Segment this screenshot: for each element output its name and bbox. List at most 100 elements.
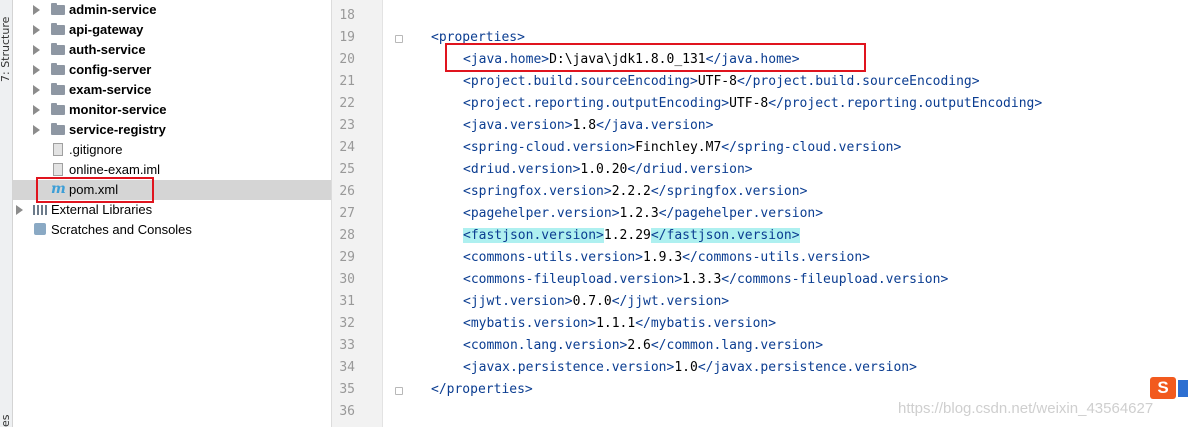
line-number: 34 [339,360,355,375]
xml-tag: <commons-fileupload.version> [463,272,683,287]
tree-item-label: .gitignore [69,142,123,157]
tree-item-auth-service[interactable]: auth-service [13,40,331,60]
tree-item-label: auth-service [69,42,146,57]
xml-tag: <commons-utils.version> [463,250,644,265]
line-number-gutter: 18 19 20 21 22 23 24 25 26 27 28 29 30 31 32 33 34 35 36 [332,0,383,427]
code-line[interactable]: <java.version>1.8</java.version> [463,115,713,137]
tree-item-label: api-gateway [69,22,144,37]
tree-item-label: Scratches and Consoles [51,222,192,237]
code-line[interactable]: <javax.persistence.version>1.0</javax.pe… [463,357,917,379]
code-line[interactable]: <springfox.version>2.2.2</springfox.vers… [463,181,807,203]
xml-tag: <javax.persistence.version> [463,360,675,375]
line-number: 25 [339,162,355,177]
side-tab-bottom[interactable]: es [0,415,12,427]
fold-marker-icon[interactable] [395,35,403,43]
code-line[interactable]: <project.reporting.outputEncoding>UTF-8<… [463,93,1042,115]
chevron-right-icon[interactable] [33,65,40,75]
tree-item-admin-service[interactable]: admin-service [13,0,331,20]
library-icon [33,205,47,215]
xml-tag: </project.reporting.outputEncoding> [768,96,1043,111]
tree-item-external-libraries[interactable]: External Libraries [13,200,331,220]
code-line[interactable]: <commons-fileupload.version>1.3.3</commo… [463,269,948,291]
folder-icon [51,123,65,135]
xml-value: 0.7.0 [572,294,612,309]
xml-tag: <common.lang.version> [463,338,628,353]
line-number: 24 [339,140,355,155]
tree-item-label: exam-service [69,82,152,97]
xml-value: 1.1.1 [596,316,636,331]
ime-badge[interactable]: S [1150,377,1176,399]
line-number: 30 [339,272,355,287]
line-number: 33 [339,338,355,353]
line-number: 29 [339,250,355,265]
xml-value: 2.6 [627,338,651,353]
xml-value: 1.3.3 [682,272,722,287]
folder-icon [51,3,65,15]
xml-value: 1.2.29 [603,228,651,243]
line-number: 26 [339,184,355,199]
side-tool-strip: 7: Structure es [0,0,13,427]
tree-item-label: service-registry [69,122,166,137]
xml-tag: <java.version> [463,118,573,133]
tree-item-gitignore[interactable]: .gitignore [13,140,331,160]
code-line[interactable]: <jjwt.version>0.7.0</jjwt.version> [463,291,729,313]
xml-tag: </java.version> [596,118,714,133]
folder-icon [51,43,65,55]
code-line[interactable]: <mybatis.version>1.1.1</mybatis.version> [463,313,776,335]
code-line[interactable]: <project.build.sourceEncoding>UTF-8</pro… [463,71,980,93]
tree-item-label: config-server [69,62,152,77]
project-tree: admin-service api-gateway auth-service conf… [13,0,332,427]
tree-item-monitor-service[interactable]: monitor-service [13,100,331,120]
chevron-right-icon[interactable] [33,85,40,95]
code-line[interactable]: <pagehelper.version>1.2.3</pagehelper.ve… [463,203,823,225]
tree-item-label: online-exam.iml [69,162,161,177]
line-number: 32 [339,316,355,331]
line-number: 35 [339,382,355,397]
code-line[interactable]: </properties> [431,379,533,401]
xml-value: UTF-8 [729,96,769,111]
code-line[interactable]: <spring-cloud.version>Finchley.M7</sprin… [463,137,901,159]
xml-value: 2.2.2 [611,184,651,199]
fold-marker-icon[interactable] [395,387,403,395]
xml-tag: </driud.version> [627,162,753,177]
tree-item-api-gateway[interactable]: api-gateway [13,20,331,40]
code-line[interactable]: <fastjson.version>1.2.29</fastjson.versi… [463,225,800,247]
line-number: 31 [339,294,355,309]
scratch-icon [34,223,46,235]
xml-tag: <driud.version> [463,162,581,177]
xml-value: UTF-8 [697,74,737,89]
folder-icon [51,103,65,115]
line-number: 36 [339,404,355,419]
annotation-box-pom [36,177,154,203]
code-line[interactable]: <driud.version>1.0.20</driud.version> [463,159,753,181]
xml-value: </fastjson.version> [650,228,800,243]
file-icon [53,143,63,156]
chevron-right-icon[interactable] [16,205,23,215]
xml-value: 1.2.3 [619,206,659,221]
tree-item-service-registry[interactable]: service-registry [13,120,331,140]
chevron-right-icon[interactable] [33,105,40,115]
tree-item-exam-service[interactable]: exam-service [13,80,331,100]
code-line[interactable]: <commons-utils.version>1.9.3</commons-ut… [463,247,870,269]
tree-item-scratches-and-consoles[interactable]: Scratches and Consoles [13,220,331,240]
xml-tag: <springfox.version> [463,184,612,199]
xml-tag: </jjwt.version> [611,294,730,309]
structure-tab[interactable]: 7: Structure [0,17,12,82]
folder-icon [51,63,65,75]
ime-badge-tail [1178,380,1188,397]
line-number: 21 [339,74,355,89]
xml-value: <fastjson.version> [463,228,604,243]
code-line[interactable]: <common.lang.version>2.6</common.lang.ve… [463,335,823,357]
chevron-right-icon[interactable] [33,125,40,135]
xml-tag: </project.build.sourceEncoding> [736,74,980,89]
chevron-right-icon[interactable] [33,25,40,35]
tree-item-label: External Libraries [51,202,153,217]
tree-item-config-server[interactable]: config-server [13,60,331,80]
chevron-right-icon[interactable] [33,5,40,15]
xml-value: Finchley.M7 [635,140,722,155]
xml-value: 1.0.20 [580,162,628,177]
line-number: 23 [339,118,355,133]
xml-tag: <mybatis.version> [463,316,597,331]
chevron-right-icon[interactable] [33,45,40,55]
xml-tag: <pagehelper.version> [463,206,620,221]
